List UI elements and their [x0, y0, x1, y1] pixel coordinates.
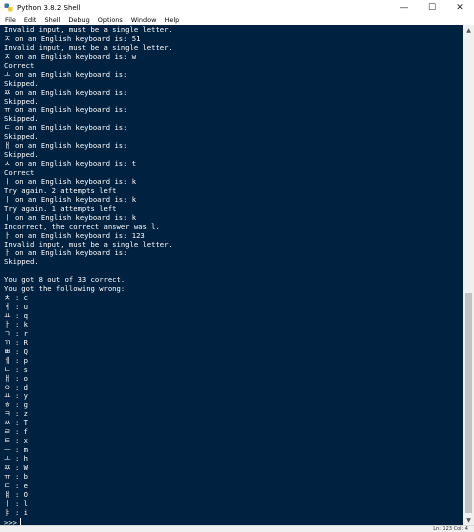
console-line: ㅒ : O	[4, 489, 28, 499]
menu-debug[interactable]: Debug	[65, 16, 92, 24]
scroll-up-arrow-icon[interactable]: ▲	[463, 25, 474, 35]
menu-window[interactable]: Window	[128, 16, 160, 24]
console-output: Invalid input, must be a single letter. ㅈ…	[4, 25, 173, 525]
console-line: ㅆ : T	[4, 418, 28, 428]
shell-console[interactable]: Invalid input, must be a single letter. ㅈ…	[0, 25, 463, 525]
minimize-button[interactable]: —	[390, 0, 418, 15]
console-line: You got the following wrong:	[4, 284, 126, 294]
vertical-scrollbar[interactable]: ▲ ▼	[463, 25, 474, 525]
menu-help[interactable]: Help	[161, 16, 182, 24]
scroll-thumb[interactable]	[465, 293, 472, 513]
menu-edit[interactable]: Edit	[21, 16, 40, 24]
console-line: ㅛ : q	[4, 311, 28, 320]
close-button[interactable]: ✕	[446, 0, 474, 15]
menu-options[interactable]: Options	[95, 16, 126, 24]
text-cursor	[19, 517, 21, 525]
console-line: ㄴ : s	[4, 364, 28, 374]
console-line: ㅌ : x	[4, 436, 28, 446]
console-line: ㅡ : m	[4, 445, 28, 455]
console-line: Skipped.	[4, 257, 39, 267]
cursor-position: Ln: 123 Col: 4	[433, 526, 468, 532]
console-line: ㅗ : h	[4, 454, 28, 463]
menu-bar: File Edit Shell Debug Options Window Hel…	[0, 15, 474, 25]
scroll-down-arrow-icon[interactable]: ▼	[463, 515, 474, 525]
input-prompt-row[interactable]: >>>	[4, 517, 173, 525]
console-line: ㅑ : i	[4, 507, 28, 517]
menu-file[interactable]: File	[2, 16, 19, 24]
console-line: ㅔ : p	[4, 355, 28, 365]
python-logo-icon	[4, 3, 13, 12]
console-line: ㅕ : u	[4, 302, 28, 312]
console-line: ㅃ : Q	[4, 346, 28, 356]
window-title: Python 3.8.2 Shell	[17, 3, 81, 12]
console-line: ㅇ : d	[4, 382, 28, 392]
console-line: ㅐ : o	[4, 373, 28, 383]
console-line: ㅊ : c	[4, 293, 28, 303]
console-line: ㄲ : R	[4, 337, 28, 347]
console-line: ㅉ : W	[4, 462, 28, 472]
console-line: ㅋ : z	[4, 409, 28, 419]
console-line: ㅛ : y	[4, 391, 28, 401]
shell-prompt: >>>	[4, 517, 17, 525]
console-line: ㅠ : b	[4, 471, 28, 481]
console-line: ㅣ : l	[4, 498, 28, 508]
console-line: ㄹ : f	[4, 427, 28, 437]
console-line: ㅏ : k	[4, 319, 28, 329]
title-bar: Python 3.8.2 Shell — ☐ ✕	[0, 0, 474, 15]
console-line: ㅎ : g	[4, 400, 28, 410]
console-line: ㄱ : r	[4, 328, 28, 338]
console-line: ㄷ : e	[4, 480, 28, 490]
menu-shell[interactable]: Shell	[41, 16, 63, 24]
maximize-button[interactable]: ☐	[418, 0, 446, 15]
